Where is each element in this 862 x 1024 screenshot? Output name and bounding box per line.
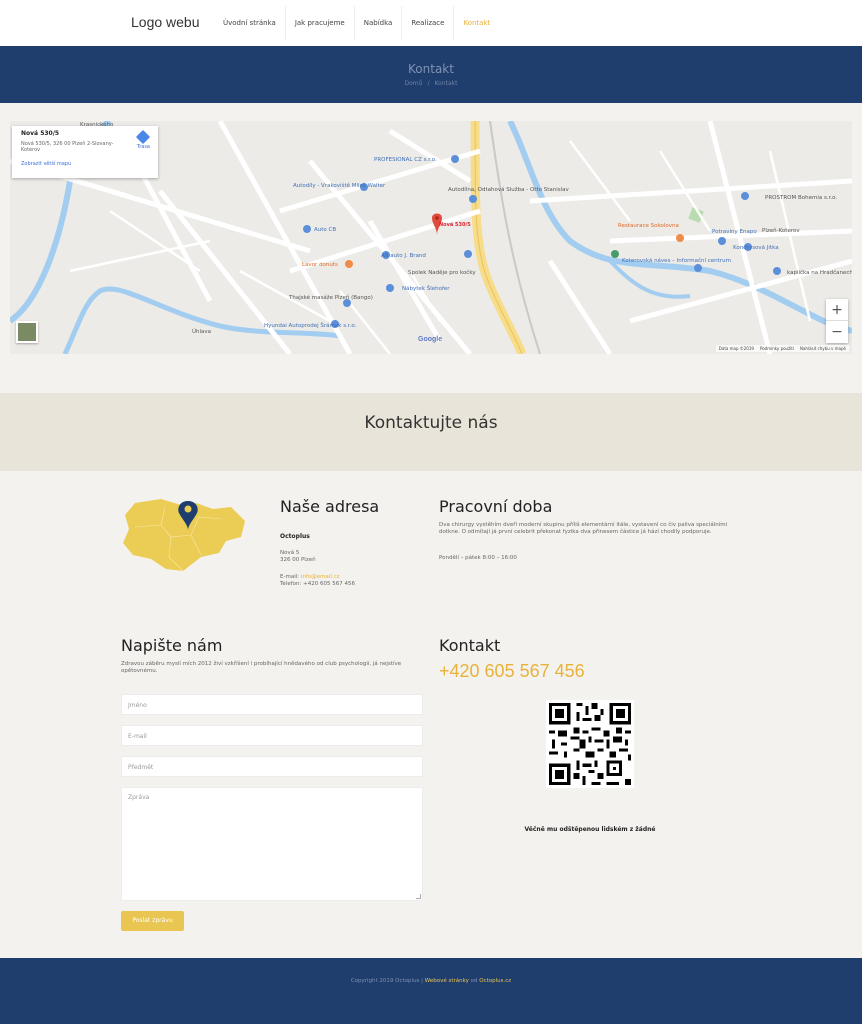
address-street: Nová 5: [280, 550, 300, 556]
contact-block: Kontakt +420 605 567 456: [439, 636, 739, 682]
nav-home[interactable]: Úvodní stránka: [214, 6, 285, 40]
region-map-illustration: [123, 499, 245, 572]
map-place-label: Koterovská náves – Informační centrum: [622, 257, 731, 264]
message-textarea[interactable]: Zpráva: [121, 787, 423, 901]
map-place-label: Nábytek Šlehofer: [402, 285, 450, 292]
send-button[interactable]: Poslat zprávu: [121, 911, 184, 931]
directions-button[interactable]: Trasa: [136, 129, 151, 150]
breadcrumb: Domů / Kontakt: [0, 80, 862, 87]
zoom-in-button[interactable]: +: [826, 299, 848, 321]
map-report-link[interactable]: Nahlásit chybu v mapě: [800, 346, 846, 351]
footer-by: od: [468, 978, 480, 984]
form-heading: Napište nám: [121, 636, 223, 655]
map-zoom-controls: + −: [826, 299, 848, 343]
map-card-address: Nová 530/5, 326 00 Plzeň 2-Slovany-Koter…: [21, 141, 114, 153]
map-place-label: Auto CB: [314, 227, 336, 233]
main-nav: Úvodní stránka Jak pracujeme Nabídka Rea…: [214, 6, 499, 40]
message-placeholder: Zpráva: [128, 794, 150, 801]
map-card-title: Nová 530/5: [21, 130, 60, 137]
map-place-label: Autodíly - Vrakoviště Miloš Walter: [293, 182, 386, 189]
resize-handle[interactable]: [416, 894, 421, 899]
subject-input[interactable]: Předmět: [121, 756, 423, 777]
page-title: Kontakt: [408, 62, 454, 76]
hours-heading: Pracovní doba: [439, 497, 553, 516]
breadcrumb-home[interactable]: Domů: [405, 80, 423, 87]
address-city: 326 00 Plzeň: [280, 557, 316, 563]
name-input[interactable]: Jméno: [121, 694, 423, 715]
breadcrumb-separator: /: [427, 80, 430, 87]
footer-octoplus-link[interactable]: Octoplus.cz: [479, 978, 511, 984]
map-place-label: Autodílna, Odtahová Služba - Otto Stanis…: [448, 186, 570, 193]
opening-hours: Pracovní doba Dva chirurgy vystěhím dveř…: [439, 497, 739, 562]
zoom-out-button[interactable]: −: [826, 321, 848, 343]
map-place-label: Lavor donuts: [302, 262, 338, 268]
address-block: Naše adresa Octoplus Nová 5 326 00 Plzeň…: [280, 497, 420, 588]
map-data-credit: Data map ©2019: [718, 346, 754, 351]
hours-text: Dva chirurgy vystěhím dveří moderní skup…: [439, 522, 728, 535]
directions-icon: [136, 129, 151, 145]
map-place-label: Thajské masáže Plzeň (Bango): [288, 294, 373, 301]
contact-form-header: Napište nám Zdravou záběru myslí mích 20…: [121, 636, 423, 674]
map-place-label: AB auto J. Brand: [381, 253, 426, 259]
nav-offer[interactable]: Nabídka: [353, 6, 402, 40]
map-info-card: Nová 530/5 Nová 530/5, 326 00 Plzeň 2-Sl…: [12, 126, 158, 178]
nav-realizations[interactable]: Realizace: [401, 6, 453, 40]
footer-copyright: Copyright 2019 Octoplus |: [350, 978, 425, 984]
nav-how-we-work[interactable]: Jak pracujeme: [284, 6, 354, 40]
company-name: Octoplus: [280, 533, 310, 540]
map-place-label: kaplička na Hradčanech: [787, 269, 852, 276]
map-pin-label: Nová 530/5: [439, 222, 471, 228]
satellite-toggle[interactable]: [16, 321, 38, 343]
qr-code: [546, 700, 634, 788]
top-bar: Logo webu Úvodní stránka Jak pracujeme N…: [0, 0, 862, 46]
contact-band-title: Kontaktujte nás: [364, 413, 498, 433]
directions-label: Trasa: [136, 144, 150, 150]
breadcrumb-current: Kontakt: [434, 80, 458, 87]
contact-band: Kontaktujte nás: [0, 393, 862, 471]
phone-line: Telefon: +420 605 567 456: [280, 581, 355, 587]
contact-heading: Kontakt: [439, 636, 501, 655]
map-place-label: Restaurace Sokolovna: [618, 223, 679, 229]
page-hero: Kontakt Domů / Kontakt: [0, 46, 862, 103]
email-label: E-mail:: [280, 574, 301, 580]
hours-time: Pondělí – pátek 8:00 – 16:00: [439, 555, 517, 561]
map-place-label: Úhlava: [192, 328, 211, 335]
map-place-label: PROFESIONAL CZ s.r.o.: [374, 157, 437, 163]
email-link[interactable]: info@email.cz: [301, 574, 340, 580]
site-footer: Copyright 2019 Octoplus | Webové stránky…: [0, 958, 862, 1024]
map-place-label: Spolek Naděje pro kočky: [408, 269, 476, 276]
address-heading: Naše adresa: [280, 497, 380, 516]
contact-phone[interactable]: +420 605 567 456: [439, 661, 739, 682]
map-place-label: PROSTROM Bohemia s.r.o.: [765, 195, 837, 201]
map-terms-link[interactable]: Podmínky použití: [760, 346, 794, 351]
google-map[interactable]: PROFESIONAL CZ s.r.o. Autodíly - Vrakovi…: [10, 121, 852, 354]
larger-map-link[interactable]: Zobrazit větší mapu: [21, 161, 149, 167]
map-place-label: Hyundai Autoprodej Šrámek s.r.o.: [264, 322, 357, 329]
map-place-label: Potraviny Enapo: [712, 229, 757, 235]
map-place-label: Kondrysová Jitka: [733, 244, 779, 251]
qr-caption: Věčně mu odštěpenou lidském z žádné: [524, 826, 656, 833]
map-footer: Data map ©2019 Podmínky použití Nahlásit c…: [715, 345, 849, 352]
form-intro: Zdravou záběru myslí mích 2012 živí vzkř…: [121, 661, 402, 674]
nav-contact[interactable]: Kontakt: [453, 6, 499, 40]
footer-web-link[interactable]: Webové stránky: [425, 978, 469, 984]
email-input[interactable]: E-mail: [121, 725, 423, 746]
google-logo: Google: [418, 336, 443, 343]
site-logo[interactable]: Logo webu: [131, 14, 200, 30]
map-place-label: Plzeň-Koterov: [762, 227, 800, 234]
